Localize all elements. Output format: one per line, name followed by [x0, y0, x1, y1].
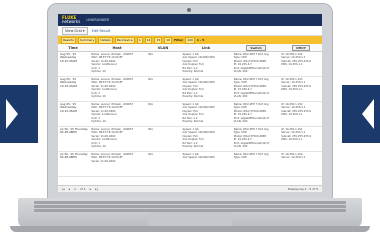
arrow-left-icon: [362, 99, 374, 129]
cell-dhcp: IP: 10.250.1.152 Server: 10.250.1.1 Subn…: [281, 103, 312, 117]
laptop-base-lip: [10, 226, 370, 232]
filter-details[interactable]: Details: [98, 36, 113, 44]
pagination-status: Displaying 1 - 5 of 5: [287, 187, 318, 191]
webcam-icon: [187, 8, 191, 12]
col-time[interactable]: Time: [58, 46, 88, 50]
cell-host: Name: Lenovo dt Desk - 000057 MAC: 98:E7…: [91, 53, 134, 74]
cell-time: Jul 30, '15 Thursday 02:48:48PM: [60, 152, 88, 160]
cell-switch: Name: Rtr2-4EH 7 Port Gig Type: CDP: [233, 153, 269, 160]
filter-bar: Results Summary Details Per-Device 1 14 …: [58, 36, 322, 44]
keyboard-row: [34, 205, 346, 208]
first-page-button[interactable]: |◂: [62, 187, 65, 191]
cell-switch: Name: Rtr2-4EH 7 Port Gig Type: CDP Mode…: [233, 53, 270, 74]
col-host[interactable]: Host: [88, 46, 146, 50]
cell-dhcp: IP: 10.250.1.151 Server: 10.250.1.1 Subn…: [281, 128, 312, 142]
col-dhcp: DHCP: [280, 44, 322, 51]
cell-host: Name: Lenovo dt Desk - 000057 MAC: 98:E7…: [91, 78, 134, 99]
col-switch: Switch: [232, 44, 280, 51]
cell-dhcp: IP: 10.250.1.154 Server: 10.250.1.1 Subn…: [281, 53, 312, 67]
arrow-right-icon: [6, 99, 18, 129]
col-link[interactable]: Link: [180, 46, 232, 50]
table-row[interactable]: Aug 05, '15 Wednesday 10:19:43AM Name: Le…: [58, 77, 322, 102]
cell-host: Name: Lenovo dt Desk - 000057 MAC: 98:E7…: [91, 153, 134, 163]
page-number[interactable]: 1: [74, 187, 76, 191]
filter-label: Filter: [174, 38, 184, 42]
cell-vlan: N/A: [148, 78, 153, 81]
cell-vlan: N/A: [148, 128, 153, 131]
filter-value[interactable]: 16: [164, 36, 173, 44]
trackpad: [148, 212, 232, 226]
prev-page-button[interactable]: ◂: [69, 187, 71, 191]
cell-link: Speed: 1 Gb Adv Speed: 10/100/1000 Duple…: [182, 53, 215, 74]
pagination-footer: |◂ ◂ 1 of 1 ▸ ▸| Displaying 1 - 5 of 5: [58, 185, 322, 192]
decorative-right-panel: [342, 85, 380, 143]
cell-dhcp: IP: 10.250.1.150 Server: 10.250.1.1: [281, 153, 306, 160]
cell-vlan: N/A: [148, 53, 153, 56]
result-count: 1 - 5: [196, 38, 205, 42]
last-page-button[interactable]: ▸|: [95, 187, 98, 191]
cell-time: Jul 30, '15 Thursday 02:48:48PM: [60, 127, 88, 135]
cell-time: Aug 05, '15 Wednesday 10:15:43AM: [60, 52, 77, 63]
cell-link: Speed: 1 Gb Adv Speed: 10/100/1000: [182, 153, 215, 160]
brand-logo: FLUKE networks: [62, 15, 81, 24]
cell-time: Aug 05, '15 Wednesday 10:12:45AM: [60, 102, 77, 113]
table-row[interactable]: Aug 05, '15 Wednesday 10:12:45AM Name: Le…: [58, 102, 322, 127]
decorative-left-panel: [0, 85, 38, 143]
results-table: Aug 05, '15 Wednesday 10:15:43AM Name: Le…: [58, 52, 322, 177]
cell-host: Name: Lenovo dt Desk - 000057 MAC: 98:E7…: [91, 103, 134, 124]
filter-results[interactable]: Results: [61, 36, 76, 44]
filter-value[interactable]: 15: [154, 36, 163, 44]
filter-value[interactable]: 1: [136, 36, 143, 44]
cell-switch: Name: Rtr2-4EH 7 Port Gig Type: CDP Mode…: [233, 78, 270, 99]
switch-button[interactable]: Switch: [246, 44, 266, 51]
cell-switch: Name: Rtr2-4EH 7 Port Gig Type: CDP Mode…: [233, 103, 270, 124]
app-title: LINKRUNNER: [86, 18, 110, 22]
cell-host: Name: Lenovo dt Desk - 000057 MAC: 98:E7…: [91, 128, 134, 149]
keyboard-row: [34, 201, 346, 204]
table-row[interactable]: Aug 05, '15 Wednesday 10:15:43AM Name: Le…: [58, 52, 322, 77]
cell-dhcp: IP: 10.250.1.153 Server: 10.250.1.1 Subn…: [281, 78, 312, 92]
cell-vlan: N/A: [148, 153, 153, 156]
cell-switch: Name: Rtr2-4EH 7 Port Gig Type: CDP Mode…: [233, 128, 270, 149]
dhcp-button[interactable]: DHCP: [292, 44, 310, 51]
next-page-button[interactable]: ▸: [90, 187, 92, 191]
filter-value[interactable]: 14: [144, 36, 153, 44]
table-row[interactable]: Jul 30, '15 Thursday 02:48:48PM Name: Len…: [58, 127, 322, 152]
cell-link: Speed: 1 Gb Adv Speed: 10/100/1000 Duple…: [182, 103, 215, 124]
app-header: FLUKE networks LINKRUNNER: [58, 14, 322, 26]
table-row[interactable]: Jul 30, '15 Thursday 02:48:48PM Name: Len…: [58, 152, 322, 177]
cell-vlan: N/A: [148, 103, 153, 106]
view-grid-button[interactable]: View Grid ▾: [62, 26, 88, 35]
table-header: Time Host VLAN Link Switch DHCP: [58, 44, 322, 52]
filter-count[interactable]: 100: [185, 36, 195, 44]
filter-summary[interactable]: Summary: [77, 36, 97, 44]
toolbar: View Grid ▾ Edit Result: [58, 26, 322, 36]
cell-link: Speed: 1 Gb Adv Speed: 10/100/1000 Duple…: [182, 78, 215, 99]
page-total: of 1: [79, 187, 86, 191]
laptop-screen: FLUKE networks LINKRUNNER View Grid ▾ Ed…: [58, 14, 322, 192]
edit-result-link[interactable]: Edit Result: [92, 29, 111, 33]
cell-time: Aug 05, '15 Wednesday 10:19:43AM: [60, 77, 77, 88]
col-vlan[interactable]: VLAN: [146, 46, 180, 50]
cell-link: Speed: 1 Gb Adv Speed: 10/100/1000 Duple…: [182, 128, 215, 149]
filter-per-device[interactable]: Per-Device: [114, 36, 135, 44]
